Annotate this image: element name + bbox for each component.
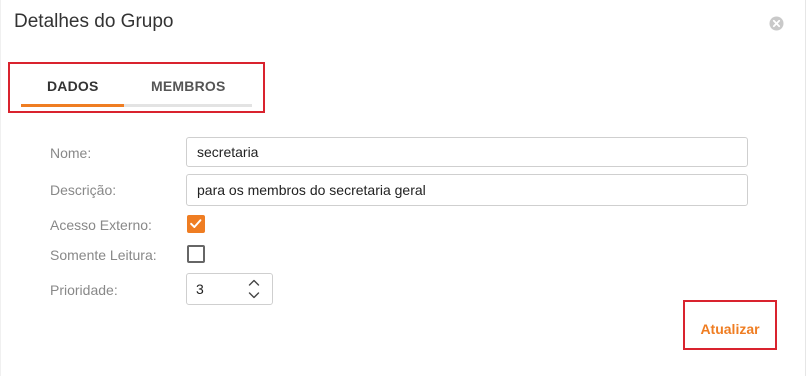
somente-leitura-label: Somente Leitura: — [50, 247, 157, 263]
check-icon — [190, 219, 202, 228]
tab-dados[interactable]: DADOS — [47, 78, 99, 98]
tab-active-indicator — [21, 104, 124, 107]
close-icon[interactable] — [769, 16, 784, 31]
nome-field[interactable]: secretaria — [186, 137, 748, 167]
descricao-label: Descrição: — [50, 182, 117, 198]
chevron-up-down-icon[interactable] — [246, 276, 262, 302]
descricao-field[interactable]: para os membros do secretaria geral — [186, 174, 748, 206]
prioridade-label: Prioridade: — [50, 282, 118, 298]
acesso-externo-label: Acesso Externo: — [50, 217, 152, 233]
somente-leitura-checkbox[interactable] — [187, 245, 205, 263]
nome-label: Nome: — [50, 145, 92, 161]
dialog-title: Detalhes do Grupo — [14, 11, 174, 32]
acesso-externo-checkbox[interactable] — [187, 215, 205, 233]
group-details-dialog: Detalhes do Grupo DADOS MEMBROS Nome: se… — [0, 0, 806, 376]
update-button[interactable]: Atualizar — [690, 318, 770, 340]
tab-membros[interactable]: MEMBROS — [151, 78, 226, 98]
